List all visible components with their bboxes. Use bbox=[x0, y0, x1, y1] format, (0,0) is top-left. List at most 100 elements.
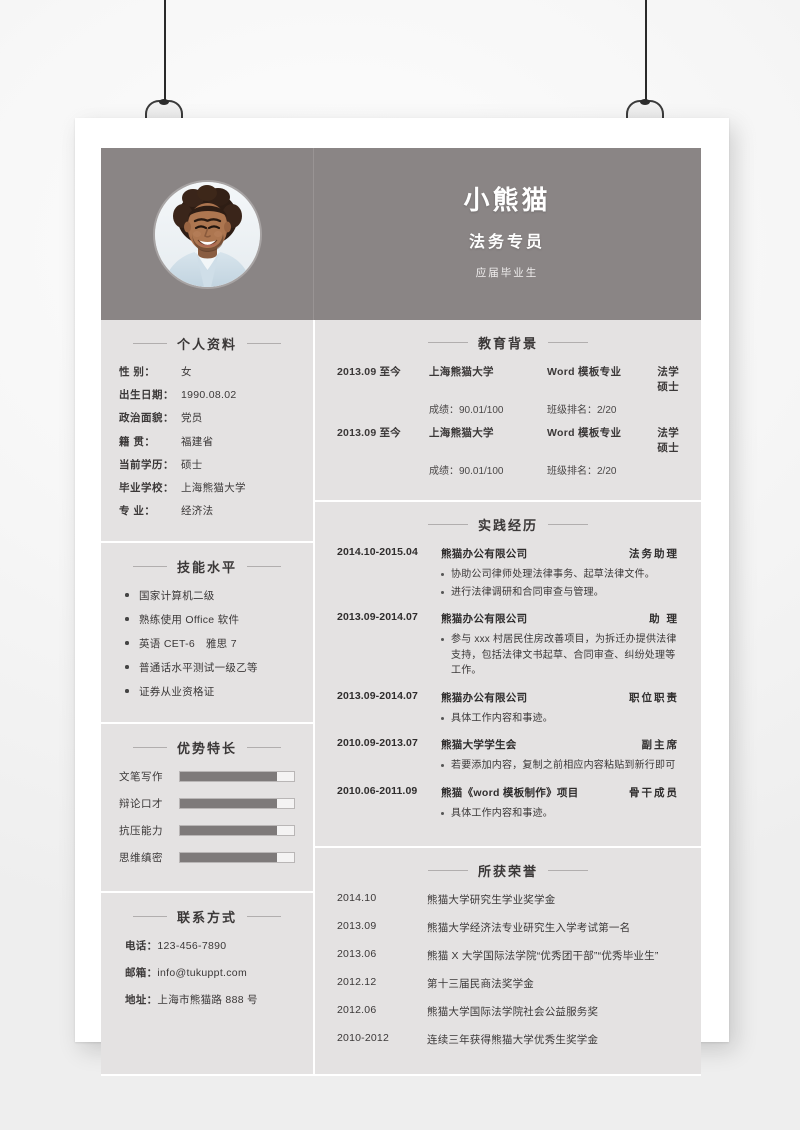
heading-rule-right bbox=[247, 916, 281, 918]
strength-bar-track bbox=[179, 825, 295, 837]
info-value: 经济法 bbox=[181, 505, 214, 518]
contact-value: info@tukuppt.com bbox=[157, 967, 247, 980]
heading-rule-left bbox=[427, 342, 468, 343]
info-row: 性 别： 女 bbox=[119, 365, 295, 379]
strength-label: 抗压能力 bbox=[119, 825, 163, 838]
strength-bar-fill bbox=[180, 826, 277, 836]
heading-rule-left bbox=[132, 916, 167, 918]
experience-role: 副主席 bbox=[641, 739, 679, 751]
list-item: 协助公司律师处理法律事务、起草法律文件。 bbox=[441, 567, 679, 583]
heading-rule-right bbox=[548, 342, 588, 343]
resume-document: 小熊猫 法务专员 应届毕业生 个人资料 性 别： 女 出生日期： 1990.08… bbox=[101, 148, 701, 1076]
info-row: 政治面貌： 党员 bbox=[119, 411, 295, 425]
contact-value: 上海市熊猫路 888 号 bbox=[157, 994, 258, 1007]
section-heading: 技能水平 bbox=[119, 557, 295, 576]
section-title-experience: 实践经历 bbox=[477, 518, 538, 533]
honor-text: 第十三届民商法奖学金 bbox=[427, 978, 534, 990]
education-major: Word 模板专业 bbox=[547, 366, 622, 378]
heading-rule-left bbox=[132, 343, 167, 344]
section-title-contact: 联系方式 bbox=[176, 910, 237, 926]
honor-row: 2013.06 熊猫 X 大学国际法学院“优秀团干部”“优秀毕业生” bbox=[337, 948, 679, 963]
list-item: 熟练使用 Office 软件 bbox=[125, 612, 295, 627]
experience-org: 熊猫办公有限公司 bbox=[441, 548, 528, 560]
heading-rule-right bbox=[247, 747, 281, 749]
candidate-name: 小熊猫 bbox=[463, 184, 551, 215]
list-item: 具体工作内容和事迹。 bbox=[441, 711, 679, 727]
section-experience: 实践经历 2014.10-2015.04 熊猫办公有限公司 法务助理 协助公司律… bbox=[315, 502, 701, 846]
honor-row: 2014.10 熊猫大学研究生学业奖学金 bbox=[337, 892, 679, 907]
experience-date: 2014.10-2015.04 bbox=[337, 546, 418, 558]
education-school: 上海熊猫大学 bbox=[429, 366, 494, 378]
honor-date: 2012.12 bbox=[337, 976, 377, 988]
education-entry: 2013.09 至今 上海熊猫大学 Word 模板专业 法学硕士 成绩：90.0… bbox=[337, 364, 679, 416]
experience-org: 熊猫大学学生会 bbox=[441, 739, 517, 751]
experience-entry: 2014.10-2015.04 熊猫办公有限公司 法务助理 协助公司律师处理法律… bbox=[337, 546, 679, 600]
section-title-education: 教育背景 bbox=[477, 336, 538, 351]
hanging-wire-right bbox=[645, 0, 647, 104]
contact-row: 地址：上海市熊猫路 888 号 bbox=[119, 992, 295, 1007]
heading-rule-right bbox=[247, 343, 281, 344]
experience-role: 助 理 bbox=[649, 613, 679, 625]
experience-points: 具体工作内容和事迹。 bbox=[337, 806, 679, 822]
honor-row: 2012.06 熊猫大学国际法学院社会公益服务奖 bbox=[337, 1004, 679, 1019]
strength-row: 辩论口才 bbox=[119, 796, 295, 811]
list-item: 国家计算机二级 bbox=[125, 588, 295, 603]
heading-rule-right bbox=[548, 524, 588, 525]
experience-role: 职位职责 bbox=[629, 691, 679, 704]
honor-text: 熊猫大学研究生学业奖学金 bbox=[427, 894, 556, 906]
strength-label: 文笔写作 bbox=[119, 771, 163, 784]
section-education: 教育背景 2013.09 至今 上海熊猫大学 Word 模板专业 法学硕士 成绩… bbox=[315, 320, 701, 500]
avatar bbox=[154, 181, 260, 287]
experience-role: 骨干成员 bbox=[629, 786, 679, 799]
education-rank: 班级排名：2/20 bbox=[547, 466, 617, 477]
section-skills: 技能水平 国家计算机二级 熟练使用 Office 软件 英语 CET-6 雅思 … bbox=[101, 543, 313, 723]
strength-row: 抗压能力 bbox=[119, 823, 295, 838]
strength-bar-track bbox=[179, 852, 295, 864]
strength-bar-fill bbox=[180, 799, 277, 809]
contact-row: 邮箱：info@tukuppt.com bbox=[119, 965, 295, 980]
strength-bar-fill bbox=[180, 772, 277, 782]
strength-bar-track bbox=[179, 798, 295, 810]
heading-rule-left bbox=[132, 747, 167, 749]
experience-points: 若要添加内容，复制之前相应内容粘贴到新行即可 bbox=[337, 758, 679, 774]
section-heading: 教育背景 bbox=[337, 333, 679, 352]
strength-label: 辩论口才 bbox=[119, 798, 163, 811]
list-item: 参与 xxx 村居民住房改善项目，为拆迁办提供法律支持，包括法律文书起草、合同审… bbox=[441, 632, 679, 679]
heading-rule-left bbox=[132, 566, 167, 568]
info-row: 出生日期： 1990.08.02 bbox=[119, 388, 295, 402]
experience-entry: 2013.09-2014.07 熊猫办公有限公司 职位职责 具体工作内容和事迹。 bbox=[337, 690, 679, 727]
info-label: 毕业学校： bbox=[119, 481, 174, 494]
heading-rule-left bbox=[427, 870, 468, 871]
paper-sheet: 小熊猫 法务专员 应届毕业生 个人资料 性 别： 女 出生日期： 1990.08… bbox=[75, 118, 729, 1076]
info-value: 党员 bbox=[181, 412, 203, 425]
experience-entry: 2010.06-2011.09 熊猫《word 模板制作》项目 骨干成员 具体工… bbox=[337, 785, 679, 822]
education-major: Word 模板专业 bbox=[547, 427, 622, 439]
honor-date: 2010-2012 bbox=[337, 1032, 390, 1044]
experience-org: 熊猫办公有限公司 bbox=[441, 691, 528, 704]
education-school: 上海熊猫大学 bbox=[429, 427, 494, 439]
honor-text: 熊猫大学经济法专业研究生入学考试第一名 bbox=[427, 922, 631, 934]
list-item: 普通话水平测试一级乙等 bbox=[125, 660, 295, 675]
candidate-status: 应届毕业生 bbox=[475, 267, 539, 280]
honor-text: 熊猫大学国际法学院社会公益服务奖 bbox=[427, 1006, 599, 1018]
section-personal-info: 个人资料 性 别： 女 出生日期： 1990.08.02 政治面貌： 党员 籍 … bbox=[101, 320, 313, 542]
info-label: 出生日期： bbox=[119, 389, 174, 402]
info-value: 福建省 bbox=[181, 435, 214, 448]
section-title-skills: 技能水平 bbox=[176, 560, 237, 576]
section-heading: 个人资料 bbox=[119, 334, 295, 353]
left-column: 个人资料 性 别： 女 出生日期： 1990.08.02 政治面貌： 党员 籍 … bbox=[101, 320, 313, 1076]
info-row: 籍 贯： 福建省 bbox=[119, 435, 295, 449]
resume-header: 小熊猫 法务专员 应届毕业生 bbox=[101, 148, 701, 320]
info-label: 专 业： bbox=[119, 505, 156, 518]
experience-points: 协助公司律师处理法律事务、起草法律文件。 进行法律调研和合同审查与管理。 bbox=[337, 567, 679, 600]
honor-date: 2014.10 bbox=[337, 892, 377, 904]
info-label: 当前学历： bbox=[119, 458, 174, 471]
experience-role: 法务助理 bbox=[629, 548, 679, 560]
portrait-photo-icon bbox=[154, 181, 260, 287]
contact-value: 123-456-7890 bbox=[157, 940, 227, 953]
strength-bar-track bbox=[179, 771, 295, 783]
info-row: 毕业学校： 上海熊猫大学 bbox=[119, 481, 295, 495]
contact-label: 地址： bbox=[125, 994, 158, 1007]
resume-body: 个人资料 性 别： 女 出生日期： 1990.08.02 政治面貌： 党员 籍 … bbox=[101, 320, 701, 1076]
section-heading: 实践经历 bbox=[337, 515, 679, 534]
